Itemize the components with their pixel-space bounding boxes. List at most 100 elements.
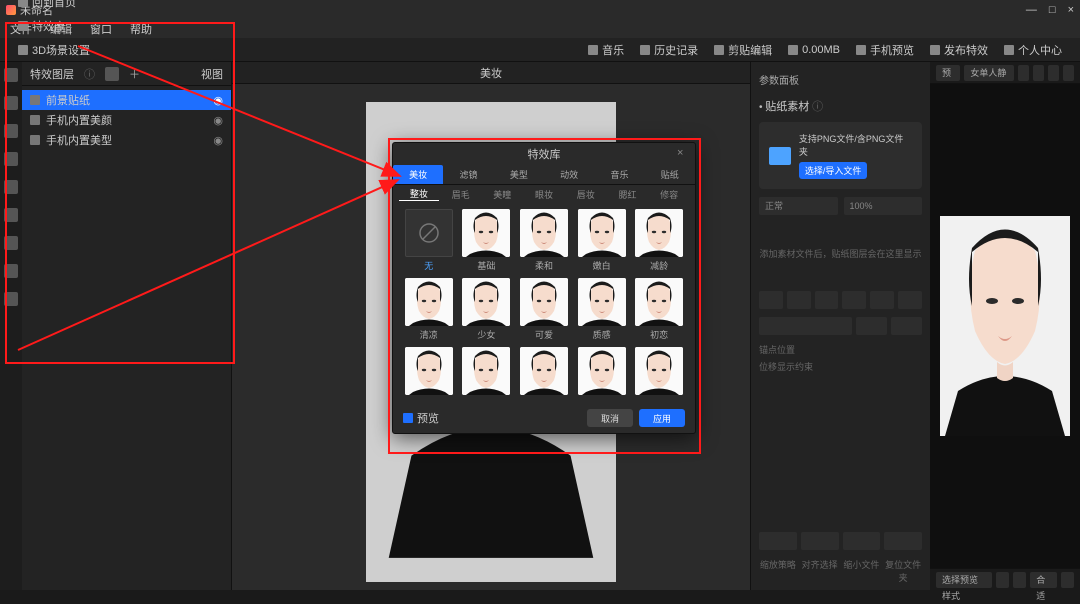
tb-size[interactable]: 0.00MB [780,38,848,62]
ctrl-btn[interactable] [870,291,894,309]
preview-checkbox[interactable]: 预览 [403,410,439,426]
ctrl-btn[interactable] [898,291,922,309]
ctrl-btn[interactable] [842,291,866,309]
rail-icon[interactable] [4,208,18,222]
preset-item[interactable]: 清凉 [403,278,455,341]
close-icon[interactable]: × [1068,4,1074,16]
layer-item[interactable]: 前景贴纸◉ [22,90,231,110]
tb-account[interactable]: 个人中心 [996,38,1070,62]
apply-button[interactable]: 应用 [639,409,685,427]
tb-music[interactable]: 音乐 [580,38,632,62]
sticker-empty-hint: 添加素材文件后，贴纸图层会在这里显示 [759,223,922,283]
ctrl-btn[interactable] [891,317,922,335]
subtab-5[interactable]: 腮红 [608,187,648,201]
rail-icon[interactable] [4,124,18,138]
preset-item[interactable]: 少女 [461,278,513,341]
preset-item[interactable] [461,347,513,397]
titlebar: 未命名 — □ × [0,0,1080,20]
tb-3d-scene[interactable]: 3D场景设置 [10,38,98,62]
visibility-icon[interactable]: ◉ [213,94,223,107]
canvas-tab[interactable]: 美妆 [232,62,750,84]
tab-3[interactable]: 动效 [544,165,594,184]
pv-foot-icon[interactable] [1061,572,1074,588]
visibility-icon[interactable]: ◉ [213,134,223,147]
opacity-select[interactable]: 100% [844,197,923,215]
tb-history[interactable]: 历史记录 [632,38,706,62]
pv-foot-icon[interactable] [996,572,1009,588]
tab-0[interactable]: 美妆 [393,165,443,184]
subtab-1[interactable]: 眉毛 [441,187,481,201]
preset-item[interactable] [633,347,685,397]
tb-fx-lib[interactable]: 特效库 [10,14,98,38]
pv-foot-icon[interactable] [1013,572,1026,588]
ctrl-btn[interactable] [815,291,839,309]
subtab-2[interactable]: 美瞳 [482,187,522,201]
preset-item[interactable] [518,347,570,397]
rail-icon[interactable] [4,152,18,166]
import-button[interactable]: 选择/导入文件 [799,162,868,179]
preset-item[interactable]: 无 [403,209,455,272]
tb-phone-preview[interactable]: 手机预览 [848,38,922,62]
ctrl-btn[interactable] [801,532,839,550]
refresh-icon[interactable] [1018,65,1029,81]
rail-icon[interactable] [4,236,18,250]
preview-panel: 预览 女单人静态图 选择预览样式 合适 [930,62,1080,590]
preset-item[interactable]: 柔和 [518,209,570,272]
ctrl-btn[interactable] [759,532,797,550]
ctrl-btn[interactable] [759,317,852,335]
ctrl-btn[interactable] [787,291,811,309]
visibility-icon[interactable]: ◉ [213,114,223,127]
ctrl-btn[interactable] [843,532,881,550]
info-icon[interactable]: ⓘ [84,66,95,82]
preview-style-btn[interactable]: 选择预览样式 [936,572,992,588]
preset-item[interactable]: 基础 [461,209,513,272]
import-dropzone[interactable]: 支持PNG文件/含PNG文件夹 选择/导入文件 [759,122,922,189]
tab-5[interactable]: 贴纸 [645,165,695,184]
pause-icon[interactable] [1048,65,1059,81]
ctrl-btn[interactable] [856,317,887,335]
tab-2[interactable]: 美型 [494,165,544,184]
reload-icon[interactable] [1033,65,1044,81]
preview-fit-select[interactable]: 合适 [1030,572,1057,588]
menu-help[interactable]: 帮助 [130,21,152,37]
preset-item[interactable] [576,347,628,397]
layer-item[interactable]: 手机内置美型◉ [22,130,231,150]
preset-item[interactable]: 初恋 [633,278,685,341]
tb-clip-edit[interactable]: 剪贴编辑 [706,38,780,62]
ctrl-btn[interactable] [759,291,783,309]
rail-icon[interactable] [4,264,18,278]
minimize-icon[interactable]: — [1026,4,1037,16]
tb-home[interactable]: 回到首页 [10,0,98,14]
preset-item[interactable]: 嫩白 [576,209,628,272]
preview-portrait [940,216,1070,436]
rail-icon[interactable] [4,292,18,306]
dialog-close-icon[interactable]: × [677,147,689,159]
cancel-button[interactable]: 取消 [587,409,633,427]
dropzone-hint: 支持PNG文件/含PNG文件夹 [799,132,912,158]
preview-mode-select[interactable]: 女单人静态图 [964,65,1013,81]
subtab-3[interactable]: 眼妆 [524,187,564,201]
subtab-6[interactable]: 修容 [649,187,689,201]
rail-icon[interactable] [4,68,18,82]
layer-icon [30,115,40,125]
preset-item[interactable]: 质感 [576,278,628,341]
tab-1[interactable]: 滤镜 [443,165,493,184]
layer-item[interactable]: 手机内置美颜◉ [22,110,231,130]
preview-mode-btn[interactable]: 预览 [936,65,960,81]
view-label[interactable]: 视图 [201,66,223,82]
rail-icon[interactable] [4,180,18,194]
preset-item[interactable]: 可爱 [518,278,570,341]
maximize-icon[interactable]: □ [1049,4,1056,16]
preset-item[interactable]: 减龄 [633,209,685,272]
ctrl-btn[interactable] [884,532,922,550]
add-folder-icon[interactable] [105,67,119,81]
blend-mode-select[interactable]: 正常 [759,197,838,215]
subtab-4[interactable]: 唇妆 [566,187,606,201]
rail-icon[interactable] [4,96,18,110]
volume-icon[interactable] [1063,65,1074,81]
preset-item[interactable] [403,347,455,397]
subtab-0[interactable]: 整妆 [399,187,439,201]
tb-publish[interactable]: 发布特效 [922,38,996,62]
tab-4[interactable]: 音乐 [594,165,644,184]
add-icon[interactable]: ＋ [129,66,140,82]
